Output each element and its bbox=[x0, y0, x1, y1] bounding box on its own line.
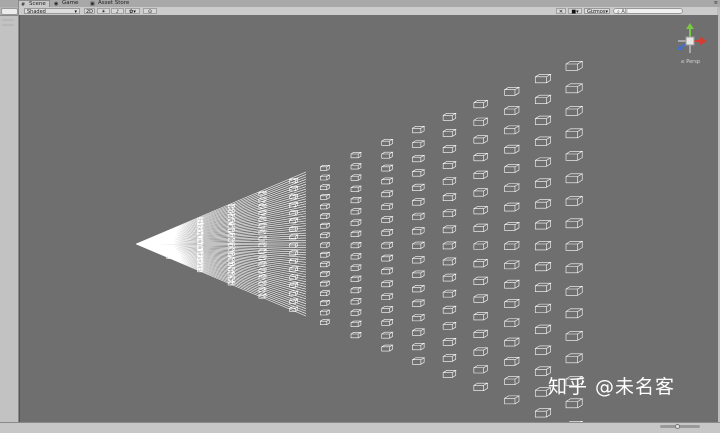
hierarchy-row[interactable] bbox=[2, 24, 14, 26]
tab-asset-store-label: Asset Store bbox=[98, 0, 130, 6]
scene-viewport[interactable]: ≤ Persp bbox=[19, 15, 718, 422]
perspective-label[interactable]: ≤ Persp bbox=[680, 59, 700, 65]
scene-visibility-toggle[interactable]: ⊙ bbox=[143, 8, 157, 15]
watermark-text: 知乎 @未名客 bbox=[548, 376, 676, 398]
tab-game-label: Game bbox=[62, 0, 79, 6]
hierarchy-row[interactable] bbox=[2, 19, 14, 21]
zoom-slider-track[interactable] bbox=[660, 425, 700, 428]
scene-wireframe-canvas bbox=[135, 61, 584, 422]
scene-search-input[interactable]: ⌕ All bbox=[613, 8, 683, 15]
wireframe-boxes bbox=[135, 61, 584, 422]
hierarchy-header bbox=[0, 7, 18, 16]
hierarchy-search-field[interactable] bbox=[1, 8, 18, 15]
tab-scene[interactable]: # Scene bbox=[18, 0, 50, 8]
camera-settings-button[interactable]: ■▾ bbox=[568, 8, 582, 15]
tab-game[interactable]: ◉ Game bbox=[52, 0, 86, 7]
lighting-toggle[interactable]: ☀ bbox=[97, 8, 110, 15]
axis-gizmo-icon bbox=[678, 23, 707, 53]
window-menu-icon[interactable]: ≡ bbox=[714, 0, 718, 7]
effects-dropdown[interactable]: ✿▾ bbox=[125, 8, 140, 15]
mode-2d-toggle[interactable]: 2D bbox=[84, 8, 95, 15]
hierarchy-panel-collapsed bbox=[0, 7, 19, 426]
status-bar bbox=[0, 422, 720, 433]
orientation-gizmo[interactable] bbox=[670, 21, 710, 73]
audio-toggle[interactable]: ♪ bbox=[111, 8, 124, 15]
zoom-slider-handle[interactable] bbox=[675, 424, 680, 429]
gizmos-dropdown[interactable]: Gizmos ▾ bbox=[584, 8, 610, 15]
tab-asset-store[interactable]: ▣ Asset Store bbox=[88, 0, 138, 7]
shading-mode-dropdown[interactable]: Shaded ▾ bbox=[24, 8, 80, 15]
tools-button[interactable]: ✕ bbox=[556, 8, 566, 15]
